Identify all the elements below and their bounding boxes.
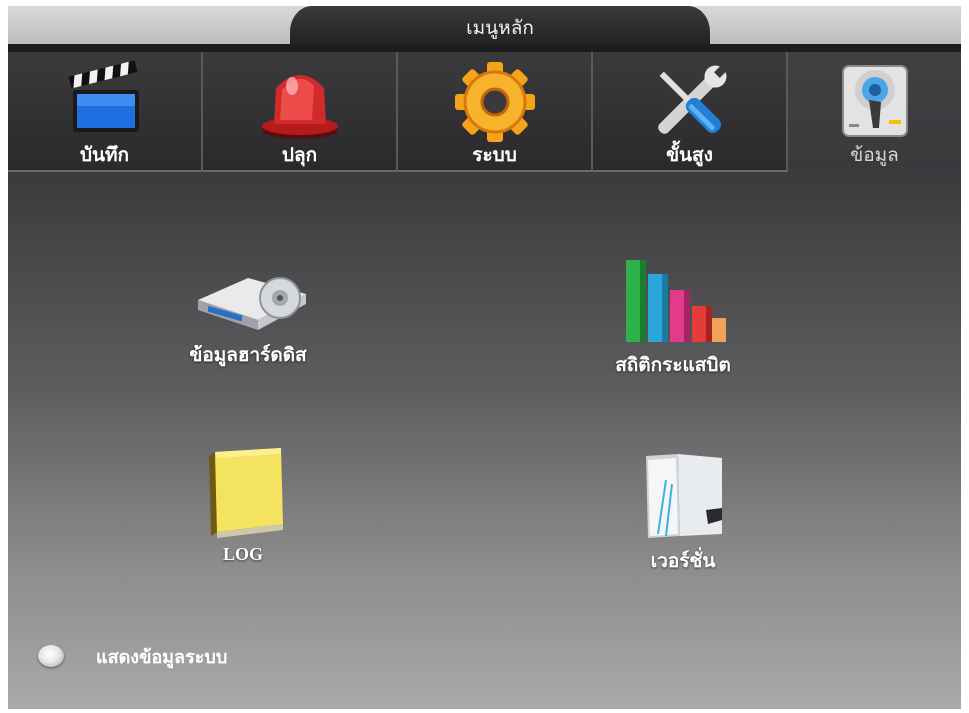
show-system-info-label: แสดงข้อมูลระบบ — [96, 646, 228, 668]
hdd-info-label: ข้อมูลฮาร์ดดิส — [189, 344, 307, 366]
hard-drive-info-icon — [841, 65, 908, 137]
version-folder-icon — [646, 454, 722, 538]
tab-system[interactable]: ระบบ — [398, 52, 593, 172]
tab-label: ข้อมูล — [850, 144, 899, 166]
bitrate-stats-item[interactable]: สถิติกระแสบิต — [593, 254, 753, 380]
show-system-info-option[interactable]: แสดงข้อมูลระบบ — [38, 641, 227, 671]
tab-alarm[interactable]: ปลุก — [203, 52, 398, 172]
tab-advanced[interactable]: ขั้นสูง — [593, 52, 788, 172]
show-system-info-radio[interactable] — [38, 645, 64, 667]
title-divider — [8, 44, 961, 52]
main-menu-screen: เมนูหลัก บันทึก ปลุก ระบบ ขั้นสูง ข้อมูล… — [8, 6, 961, 709]
wrench-screwdriver-icon — [657, 65, 727, 134]
hdd-info-item[interactable]: ข้อมูลฮาร์ดดิส — [148, 264, 348, 370]
clapperboard-icon — [68, 60, 139, 132]
version-item[interactable]: เวอร์ชั่น — [613, 450, 753, 576]
log-item[interactable]: LOG — [168, 446, 318, 565]
bitrate-stats-label: สถิติกระแสบิต — [615, 354, 731, 376]
tab-strip: บันทึก ปลุก ระบบ ขั้นสูง ข้อมูล — [8, 52, 961, 172]
tab-label: ปลุก — [281, 144, 318, 166]
tab-record[interactable]: บันทึก — [8, 52, 203, 172]
log-label: LOG — [222, 544, 263, 564]
gear-icon — [454, 62, 535, 142]
hard-disk-icon — [198, 277, 306, 330]
page-title: เมนูหลัก — [466, 17, 534, 39]
tab-label: ระบบ — [472, 144, 517, 166]
tab-info[interactable]: ข้อมูล — [788, 52, 961, 172]
version-label: เวอร์ชั่น — [650, 550, 716, 572]
bar-chart-icon — [626, 260, 726, 342]
log-book-icon — [209, 448, 283, 538]
tab-label: บันทึก — [79, 144, 130, 166]
alarm-siren-icon — [261, 75, 338, 139]
tab-label: ขั้นสูง — [666, 144, 713, 166]
